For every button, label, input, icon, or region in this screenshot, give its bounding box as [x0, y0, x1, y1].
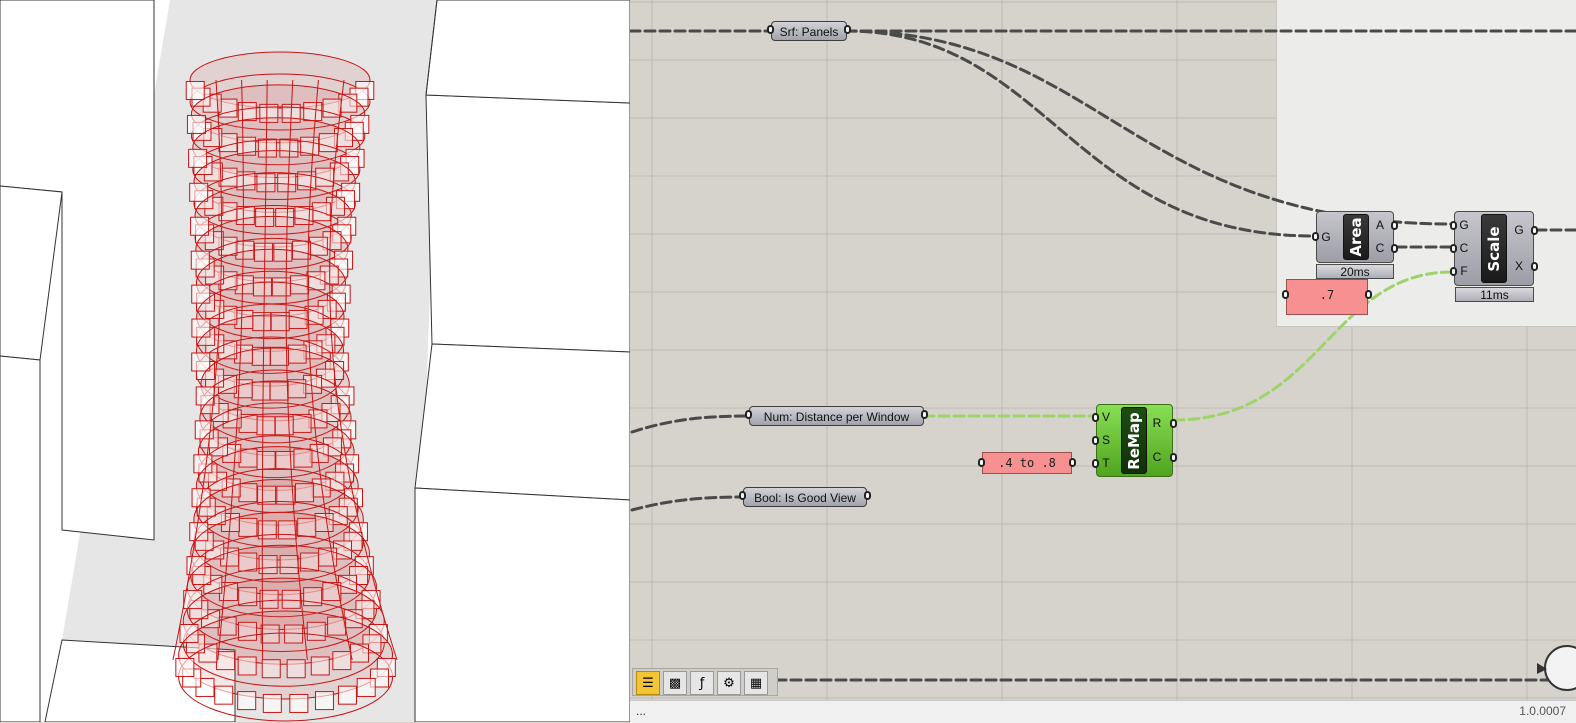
- python-icon[interactable]: ƒ: [690, 671, 714, 695]
- kangaroo-icon[interactable]: ⚙: [717, 671, 741, 695]
- grasshopper-icon[interactable]: ☰: [636, 671, 660, 695]
- scale-output-g[interactable]: G: [1513, 223, 1525, 237]
- area-input-g[interactable]: G: [1320, 230, 1332, 244]
- navigation-wheel-icon[interactable]: [1537, 643, 1576, 700]
- panel-area-factor[interactable]: .7: [1282, 279, 1372, 315]
- remap-output-c[interactable]: C: [1151, 450, 1163, 464]
- scale-input-g[interactable]: G: [1458, 218, 1470, 232]
- param-output-grip[interactable]: [921, 410, 928, 419]
- remap-grip-s[interactable]: [1092, 436, 1099, 445]
- remap-grip-r[interactable]: [1170, 419, 1177, 428]
- area-output-a[interactable]: A: [1374, 218, 1386, 232]
- param-output-grip[interactable]: [844, 25, 851, 34]
- param-input-grip[interactable]: [739, 491, 746, 500]
- ladybug-icon[interactable]: ▦: [744, 671, 768, 695]
- remap-input-v[interactable]: V: [1100, 410, 1112, 424]
- scale-grip-g[interactable]: [1450, 221, 1457, 230]
- param-input-grip[interactable]: [767, 25, 774, 34]
- panel-output-grip[interactable]: [1069, 458, 1076, 467]
- wire-srf-to-area: [844, 29, 1316, 238]
- scale-output-x[interactable]: X: [1513, 259, 1525, 273]
- panel-output-grip[interactable]: [1365, 290, 1372, 299]
- building-right-top: [425, 0, 630, 104]
- component-remap[interactable]: V S T ReMap R C: [1092, 404, 1177, 477]
- building-right-1: [425, 94, 630, 353]
- remap-output-r[interactable]: R: [1151, 416, 1163, 430]
- panel-remap-range[interactable]: .4 to .8: [978, 452, 1076, 474]
- remap-core: ReMap: [1121, 407, 1147, 474]
- area-timing: 20ms: [1316, 264, 1394, 279]
- viewport-scene: [0, 0, 630, 722]
- canvas-toolbar: ☰ ▩ ƒ ⚙ ▦: [632, 668, 778, 696]
- wire-in-bool: [630, 495, 746, 512]
- scale-timing: 11ms: [1455, 287, 1534, 302]
- wire-layer: [630, 29, 1576, 682]
- scale-input-c[interactable]: C: [1458, 241, 1470, 255]
- galapagos-icon[interactable]: ▩: [663, 671, 687, 695]
- remap-grip-v[interactable]: [1092, 413, 1099, 422]
- param-input-grip[interactable]: [745, 410, 752, 419]
- component-scale[interactable]: G C F Scale G X: [1450, 211, 1538, 286]
- scale-grip-out-x[interactable]: [1531, 262, 1538, 271]
- wire-in-num: [630, 414, 752, 434]
- param-bool-good-view[interactable]: Bool: Is Good View: [739, 487, 871, 507]
- scale-grip-f[interactable]: [1450, 267, 1457, 276]
- area-grip-c[interactable]: [1391, 244, 1398, 253]
- remap-input-t[interactable]: T: [1100, 456, 1112, 470]
- area-grip-g[interactable]: [1312, 232, 1319, 241]
- status-bar: ... 1.0.0007: [630, 700, 1576, 723]
- building-left-mid: [0, 185, 63, 361]
- status-text: ...: [636, 704, 647, 718]
- scale-core: Scale: [1481, 214, 1507, 283]
- area-output-c[interactable]: C: [1374, 241, 1386, 255]
- panel-input-grip[interactable]: [978, 458, 985, 467]
- building-left-low: [0, 355, 41, 722]
- param-num-distance[interactable]: Num: Distance per Window: [745, 406, 928, 426]
- scale-grip-c[interactable]: [1450, 244, 1457, 253]
- area-core: Area: [1343, 214, 1369, 260]
- grasshopper-canvas[interactable]: Srf: Panels Num: Distance per Window Boo…: [630, 0, 1576, 700]
- param-output-grip[interactable]: [864, 491, 871, 500]
- remap-grip-c[interactable]: [1170, 453, 1177, 462]
- scale-input-f[interactable]: F: [1458, 264, 1470, 278]
- panel-input-grip[interactable]: [1282, 290, 1289, 299]
- building-right-3: [414, 487, 630, 722]
- area-grip-a[interactable]: [1391, 221, 1398, 230]
- param-srf-panels[interactable]: Srf: Panels: [767, 21, 851, 41]
- remap-input-s[interactable]: S: [1100, 433, 1112, 447]
- rhino-viewport[interactable]: [0, 0, 630, 722]
- scale-grip-out-g[interactable]: [1531, 226, 1538, 235]
- version-label: 1.0.0007: [1519, 704, 1566, 718]
- remap-grip-t[interactable]: [1092, 459, 1099, 468]
- building-right-2: [414, 343, 630, 501]
- component-area[interactable]: G Area A C: [1312, 211, 1398, 263]
